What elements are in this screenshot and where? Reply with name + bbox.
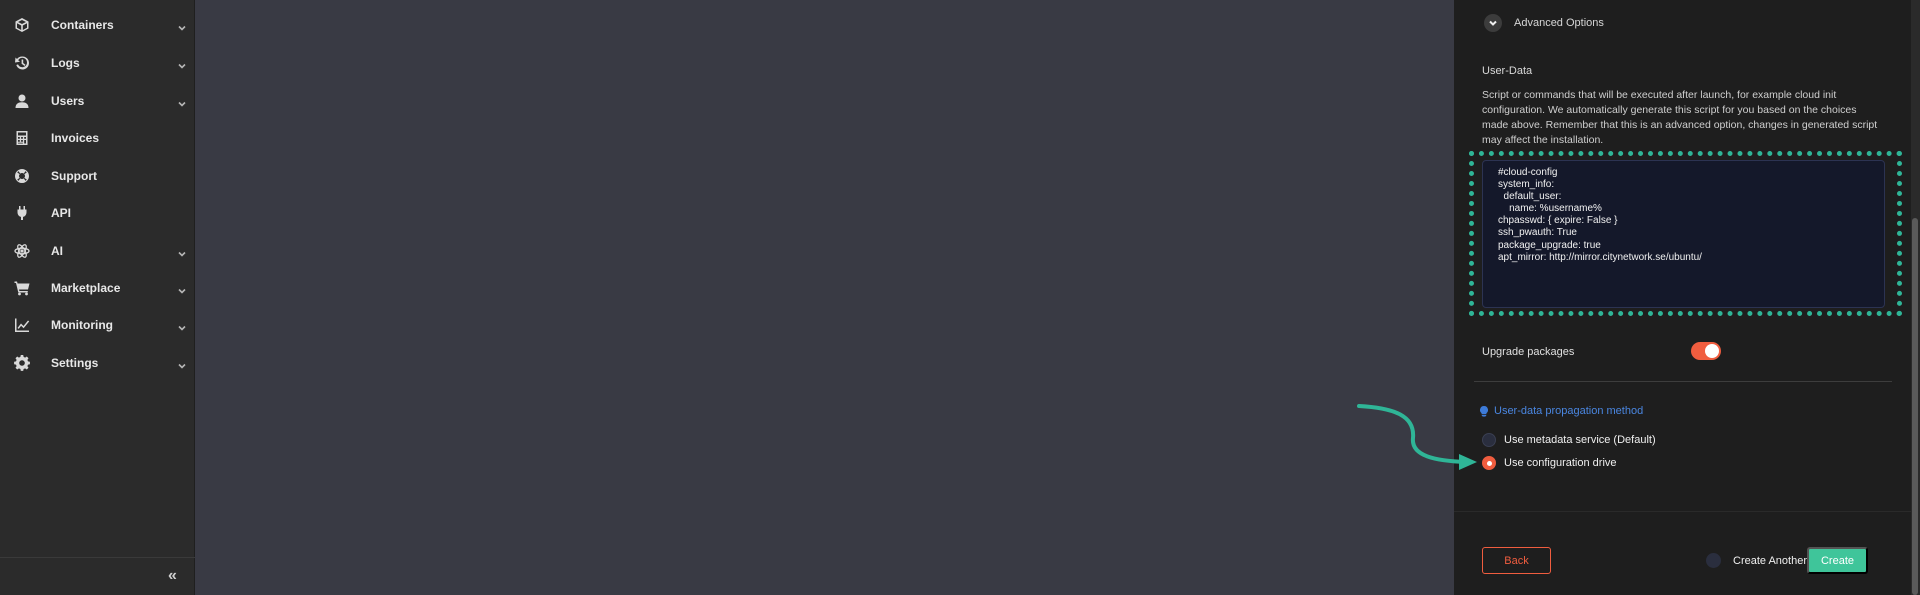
back-button[interactable]: Back bbox=[1482, 547, 1551, 574]
user-data-title: User-Data bbox=[1482, 65, 1533, 77]
sidebar-item-api[interactable]: API bbox=[0, 198, 195, 228]
plug-icon bbox=[14, 205, 30, 221]
footer-divider bbox=[1454, 511, 1911, 512]
chevron-down-icon bbox=[177, 20, 187, 31]
advanced-options-toggle[interactable]: Advanced Options bbox=[1484, 14, 1604, 32]
advanced-options-label: Advanced Options bbox=[1514, 17, 1604, 29]
lifebuoy-icon bbox=[14, 168, 30, 184]
sidebar-item-label: API bbox=[51, 206, 72, 220]
chevron-down-icon bbox=[177, 58, 187, 69]
create-another-checkbox[interactable]: Create Another bbox=[1706, 553, 1807, 568]
sidebar-item-label: Monitoring bbox=[51, 318, 113, 332]
radio-label: Use metadata service (Default) bbox=[1504, 434, 1656, 446]
sidebar-item-support[interactable]: Support bbox=[0, 161, 195, 191]
sidebar-item-label: Marketplace bbox=[51, 281, 121, 295]
create-another-label: Create Another bbox=[1733, 554, 1807, 567]
chevron-down-icon bbox=[177, 96, 187, 107]
sidebar-item-users[interactable]: Users bbox=[0, 86, 195, 116]
sidebar-item-label: Invoices bbox=[51, 131, 100, 145]
atom-icon bbox=[14, 243, 30, 259]
sidebar-item-label: Settings bbox=[51, 356, 99, 370]
cube-icon bbox=[14, 17, 30, 33]
sidebar-item-label: Logs bbox=[51, 56, 80, 70]
chevron-down-icon bbox=[177, 283, 187, 294]
sidebar-item-logs[interactable]: Logs bbox=[0, 48, 195, 78]
sidebar-item-label: AI bbox=[51, 244, 63, 258]
propagation-hint: User-data propagation method bbox=[1480, 405, 1643, 417]
sidebar-item-marketplace[interactable]: Marketplace bbox=[0, 273, 195, 303]
chart-line-icon bbox=[14, 317, 30, 333]
upgrade-packages-label: Upgrade packages bbox=[1482, 346, 1575, 358]
sidebar-item-label: Users bbox=[51, 94, 85, 108]
user-data-description: Script or commands that will be executed… bbox=[1482, 89, 1878, 146]
checkbox[interactable] bbox=[1706, 553, 1721, 568]
sidebar: Containers Logs Users Invoices Support A… bbox=[0, 0, 195, 595]
radio-configuration-drive[interactable]: Use configuration drive bbox=[1482, 456, 1617, 470]
scrollbar-thumb[interactable] bbox=[1912, 218, 1918, 595]
toggle-knob bbox=[1705, 344, 1719, 358]
chevron-down-icon bbox=[177, 320, 187, 331]
propagation-hint-label: User-data propagation method bbox=[1494, 405, 1644, 417]
sidebar-item-settings[interactable]: Settings bbox=[0, 348, 195, 378]
sidebar-item-label: Containers bbox=[51, 18, 114, 32]
sidebar-item-monitoring[interactable]: Monitoring bbox=[0, 310, 195, 340]
sidebar-item-invoices[interactable]: Invoices bbox=[0, 123, 195, 153]
annotation-arrow-icon bbox=[1357, 404, 1477, 470]
sidebar-item-label: Support bbox=[51, 169, 97, 183]
user-data-script-editor[interactable]: #cloud-config system_info: default_user:… bbox=[1482, 160, 1885, 308]
sidebar-divider bbox=[0, 557, 195, 558]
calculator-icon bbox=[14, 130, 30, 146]
create-button[interactable]: Create bbox=[1807, 547, 1868, 574]
user-icon bbox=[14, 93, 30, 109]
chevron-down-icon bbox=[177, 358, 187, 369]
chevron-down-icon bbox=[177, 246, 187, 257]
gear-icon bbox=[14, 355, 30, 371]
radio-metadata-service[interactable]: Use metadata service (Default) bbox=[1482, 433, 1656, 447]
history-icon bbox=[14, 55, 30, 71]
radio-label: Use configuration drive bbox=[1504, 457, 1617, 469]
cart-icon bbox=[14, 280, 30, 296]
sidebar-item-containers[interactable]: Containers bbox=[0, 10, 195, 40]
sidebar-item-ai[interactable]: AI bbox=[0, 236, 195, 266]
section-divider bbox=[1474, 381, 1892, 382]
chevron-down-icon bbox=[1484, 14, 1502, 32]
upgrade-packages-toggle[interactable] bbox=[1691, 342, 1721, 360]
collapse-sidebar-button[interactable]: « bbox=[168, 568, 184, 584]
